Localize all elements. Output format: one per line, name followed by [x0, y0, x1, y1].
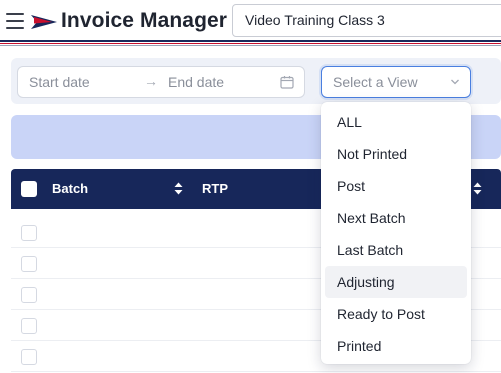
row-checkbox[interactable] [21, 256, 37, 272]
row-checkbox[interactable] [21, 349, 37, 365]
view-select-placeholder: Select a View [333, 74, 418, 90]
app-header: Invoice Manager Video Training Class 3 [0, 0, 501, 42]
header-stripe-red [0, 43, 501, 44]
sort-icon[interactable] [174, 182, 183, 195]
end-date-input[interactable]: End date [168, 74, 224, 90]
menu-item-printed[interactable]: Printed [325, 330, 467, 362]
date-range-arrow-icon: → [144, 73, 158, 89]
view-dropdown-menu: ALL Not Printed Post Next Batch Last Bat… [321, 102, 471, 364]
start-date-input[interactable]: Start date [29, 74, 90, 90]
column-header-rtp[interactable]: RTP [202, 181, 228, 196]
sort-icon[interactable] [473, 182, 482, 195]
menu-item-all[interactable]: ALL [325, 106, 467, 138]
date-range-picker[interactable]: Start date → End date [17, 66, 305, 98]
calendar-icon[interactable] [280, 75, 294, 89]
hamburger-menu-icon[interactable] [6, 13, 24, 29]
app-title: Invoice Manager [61, 9, 228, 32]
menu-item-post[interactable]: Post [325, 170, 467, 202]
invoice-manager-page: Invoice Manager Video Training Class 3 S… [0, 0, 501, 373]
view-select[interactable]: Select a View [321, 66, 471, 98]
menu-item-last-batch[interactable]: Last Batch [325, 234, 467, 266]
row-checkbox[interactable] [21, 318, 37, 334]
header-stripe-grey [0, 45, 501, 46]
row-checkbox[interactable] [21, 225, 37, 241]
menu-item-ready-to-post[interactable]: Ready to Post [325, 298, 467, 330]
select-all-checkbox[interactable] [21, 181, 37, 197]
row-checkbox[interactable] [21, 287, 37, 303]
menu-item-adjusting[interactable]: Adjusting [325, 266, 467, 298]
menu-item-not-printed[interactable]: Not Printed [325, 138, 467, 170]
chevron-down-icon [451, 79, 459, 85]
menu-item-next-batch[interactable]: Next Batch [325, 202, 467, 234]
header-stripe-navy [0, 40, 501, 42]
class-name-field[interactable]: Video Training Class 3 [232, 4, 501, 37]
swoosh-logo [31, 15, 57, 29]
column-header-batch[interactable]: Batch [52, 181, 88, 196]
